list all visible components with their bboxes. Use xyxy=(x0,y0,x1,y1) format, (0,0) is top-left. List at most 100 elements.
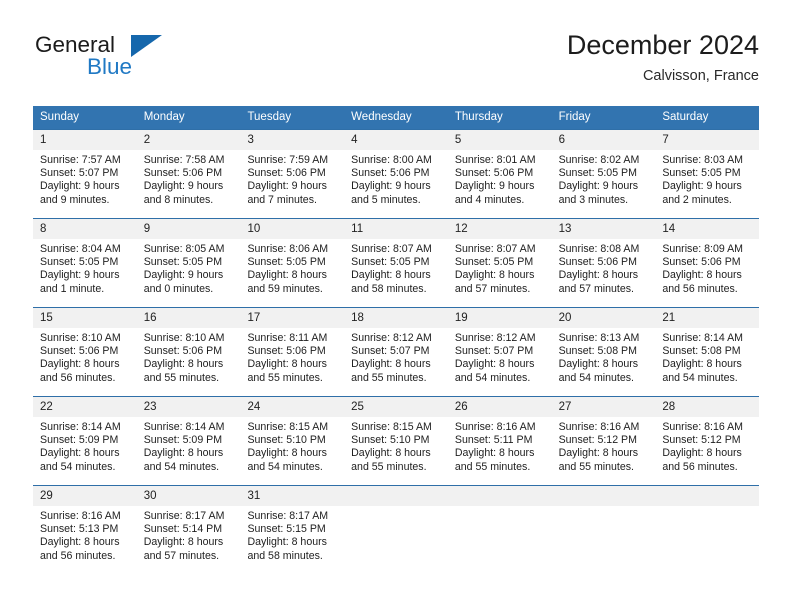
general-blue-logo[interactable]: General Blue xyxy=(35,32,215,88)
sunrise-text: Sunrise: 8:02 AM xyxy=(558,154,640,166)
day-cell[interactable]: Sunrise: 8:07 AM Sunset: 5:05 PM Dayligh… xyxy=(448,239,552,307)
day-cell[interactable]: Sunrise: 8:01 AM Sunset: 5:06 PM Dayligh… xyxy=(448,150,552,218)
day-number[interactable]: 31 xyxy=(240,486,344,506)
day-cell[interactable]: Sunrise: 8:00 AM Sunset: 5:06 PM Dayligh… xyxy=(344,150,448,218)
day-number[interactable]: 27 xyxy=(552,397,656,417)
day-detail-band: Sunrise: 7:57 AM Sunset: 5:07 PM Dayligh… xyxy=(33,150,759,218)
daylight-text-line1: Daylight: 9 hours xyxy=(662,180,742,193)
day-number[interactable]: 22 xyxy=(33,397,137,417)
daylight-text-line1: Daylight: 8 hours xyxy=(40,536,120,549)
day-number[interactable]: 19 xyxy=(448,308,552,328)
sunset-text: Sunset: 5:05 PM xyxy=(662,167,741,180)
day-number[interactable]: 26 xyxy=(448,397,552,417)
day-cell[interactable]: Sunrise: 8:12 AM Sunset: 5:07 PM Dayligh… xyxy=(448,328,552,396)
day-cell[interactable]: Sunrise: 8:16 AM Sunset: 5:11 PM Dayligh… xyxy=(448,417,552,485)
daylight-text-line2: and 54 minutes. xyxy=(143,460,220,473)
day-number[interactable]: 5 xyxy=(448,130,552,150)
day-number[interactable]: 14 xyxy=(655,219,759,239)
daylight-text-line1: Daylight: 8 hours xyxy=(351,358,431,371)
day-cell[interactable]: Sunrise: 8:14 AM Sunset: 5:09 PM Dayligh… xyxy=(137,417,241,485)
day-cell[interactable]: Sunrise: 8:02 AM Sunset: 5:05 PM Dayligh… xyxy=(552,150,656,218)
calendar-week-row: 1 2 3 4 5 6 7 Sunrise: 7:57 AM Sunset: 5… xyxy=(33,129,759,218)
sunrise-text: Sunrise: 8:17 AM xyxy=(247,510,329,522)
day-number[interactable]: 11 xyxy=(344,219,448,239)
calendar-week-row: 29 30 31 Sunrise: 8:16 AM Sunset: 5:13 P… xyxy=(33,485,759,574)
day-cell[interactable]: Sunrise: 8:14 AM Sunset: 5:08 PM Dayligh… xyxy=(655,328,759,396)
day-detail-band: Sunrise: 8:04 AM Sunset: 5:05 PM Dayligh… xyxy=(33,239,759,307)
day-cell[interactable]: Sunrise: 8:06 AM Sunset: 5:05 PM Dayligh… xyxy=(240,239,344,307)
day-number[interactable]: 30 xyxy=(137,486,241,506)
day-cell[interactable]: Sunrise: 8:17 AM Sunset: 5:15 PM Dayligh… xyxy=(240,506,344,574)
daylight-text-line2: and 54 minutes. xyxy=(662,371,738,384)
day-number[interactable]: 13 xyxy=(552,219,656,239)
day-cell[interactable]: Sunrise: 7:57 AM Sunset: 5:07 PM Dayligh… xyxy=(33,150,137,218)
sunrise-text: Sunrise: 8:12 AM xyxy=(454,332,536,344)
day-cell[interactable]: Sunrise: 8:07 AM Sunset: 5:05 PM Dayligh… xyxy=(344,239,448,307)
day-number[interactable]: 3 xyxy=(240,130,344,150)
day-number[interactable]: 29 xyxy=(33,486,137,506)
day-cell[interactable]: Sunrise: 8:13 AM Sunset: 5:08 PM Dayligh… xyxy=(552,328,656,396)
sunrise-text: Sunrise: 8:07 AM xyxy=(351,243,432,255)
daylight-text-line1: Daylight: 9 hours xyxy=(143,269,224,282)
sunrise-text: Sunrise: 8:11 AM xyxy=(247,332,328,344)
day-number[interactable]: 9 xyxy=(137,219,241,239)
day-number[interactable]: 28 xyxy=(655,397,759,417)
daylight-text-line1: Daylight: 8 hours xyxy=(662,358,742,371)
day-number[interactable]: 2 xyxy=(137,130,241,150)
day-number[interactable]: 21 xyxy=(655,308,759,328)
sunset-text: Sunset: 5:09 PM xyxy=(143,434,223,447)
day-cell-empty xyxy=(448,506,552,574)
day-number[interactable]: 15 xyxy=(33,308,137,328)
sunrise-text: Sunrise: 8:16 AM xyxy=(40,510,121,522)
day-number[interactable]: 10 xyxy=(240,219,344,239)
day-cell[interactable]: Sunrise: 8:08 AM Sunset: 5:06 PM Dayligh… xyxy=(552,239,656,307)
day-cell[interactable]: Sunrise: 8:10 AM Sunset: 5:06 PM Dayligh… xyxy=(137,328,241,396)
day-number[interactable]: 17 xyxy=(240,308,344,328)
daylight-text-line2: and 54 minutes. xyxy=(247,460,323,473)
sunrise-text: Sunrise: 8:15 AM xyxy=(351,421,432,433)
day-cell[interactable]: Sunrise: 8:12 AM Sunset: 5:07 PM Dayligh… xyxy=(344,328,448,396)
day-cell[interactable]: Sunrise: 8:04 AM Sunset: 5:05 PM Dayligh… xyxy=(33,239,137,307)
day-number[interactable]: 23 xyxy=(137,397,241,417)
sunrise-text: Sunrise: 8:10 AM xyxy=(143,332,225,344)
day-number[interactable]: 7 xyxy=(655,130,759,150)
day-cell[interactable]: Sunrise: 7:58 AM Sunset: 5:06 PM Dayligh… xyxy=(137,150,241,218)
day-cell[interactable]: Sunrise: 8:03 AM Sunset: 5:05 PM Dayligh… xyxy=(655,150,759,218)
day-cell[interactable]: Sunrise: 8:17 AM Sunset: 5:14 PM Dayligh… xyxy=(137,506,241,574)
day-number[interactable]: 4 xyxy=(344,130,448,150)
sunset-text: Sunset: 5:11 PM xyxy=(454,434,533,447)
sunset-text: Sunset: 5:05 PM xyxy=(351,256,430,269)
day-number[interactable]: 24 xyxy=(240,397,344,417)
day-number[interactable]: 1 xyxy=(33,130,137,150)
day-cell[interactable]: Sunrise: 8:15 AM Sunset: 5:10 PM Dayligh… xyxy=(240,417,344,485)
day-cell[interactable]: Sunrise: 8:16 AM Sunset: 5:13 PM Dayligh… xyxy=(33,506,137,574)
day-number[interactable]: 16 xyxy=(137,308,241,328)
day-cell[interactable]: Sunrise: 7:59 AM Sunset: 5:06 PM Dayligh… xyxy=(240,150,344,218)
day-cell[interactable]: Sunrise: 8:16 AM Sunset: 5:12 PM Dayligh… xyxy=(552,417,656,485)
sunrise-text: Sunrise: 8:01 AM xyxy=(454,154,536,166)
day-number[interactable]: 6 xyxy=(552,130,656,150)
sunrise-text: Sunrise: 8:14 AM xyxy=(662,332,743,344)
day-number[interactable]: 8 xyxy=(33,219,137,239)
daylight-text-line1: Daylight: 8 hours xyxy=(662,269,742,282)
weekday-header-friday: Friday xyxy=(558,111,591,123)
title-block: December 2024 Calvisson, France xyxy=(567,28,759,86)
day-cell[interactable]: Sunrise: 8:16 AM Sunset: 5:12 PM Dayligh… xyxy=(655,417,759,485)
day-number[interactable]: 18 xyxy=(344,308,448,328)
day-cell[interactable]: Sunrise: 8:09 AM Sunset: 5:06 PM Dayligh… xyxy=(655,239,759,307)
day-number[interactable]: 20 xyxy=(552,308,656,328)
day-number[interactable]: 25 xyxy=(344,397,448,417)
day-cell[interactable]: Sunrise: 8:14 AM Sunset: 5:09 PM Dayligh… xyxy=(33,417,137,485)
sunset-text: Sunset: 5:15 PM xyxy=(247,523,326,536)
day-cell[interactable]: Sunrise: 8:11 AM Sunset: 5:06 PM Dayligh… xyxy=(240,328,344,396)
sunset-text: Sunset: 5:06 PM xyxy=(454,167,534,180)
day-number-empty xyxy=(655,486,759,506)
day-cell[interactable]: Sunrise: 8:15 AM Sunset: 5:10 PM Dayligh… xyxy=(344,417,448,485)
day-cell[interactable]: Sunrise: 8:10 AM Sunset: 5:06 PM Dayligh… xyxy=(33,328,137,396)
daylight-text-line2: and 58 minutes. xyxy=(351,282,427,295)
daylight-text-line2: and 55 minutes. xyxy=(247,371,323,384)
sunrise-text: Sunrise: 8:04 AM xyxy=(40,243,121,255)
day-cell[interactable]: Sunrise: 8:05 AM Sunset: 5:05 PM Dayligh… xyxy=(137,239,241,307)
day-number[interactable]: 12 xyxy=(448,219,552,239)
daylight-text-line1: Daylight: 8 hours xyxy=(247,536,327,549)
